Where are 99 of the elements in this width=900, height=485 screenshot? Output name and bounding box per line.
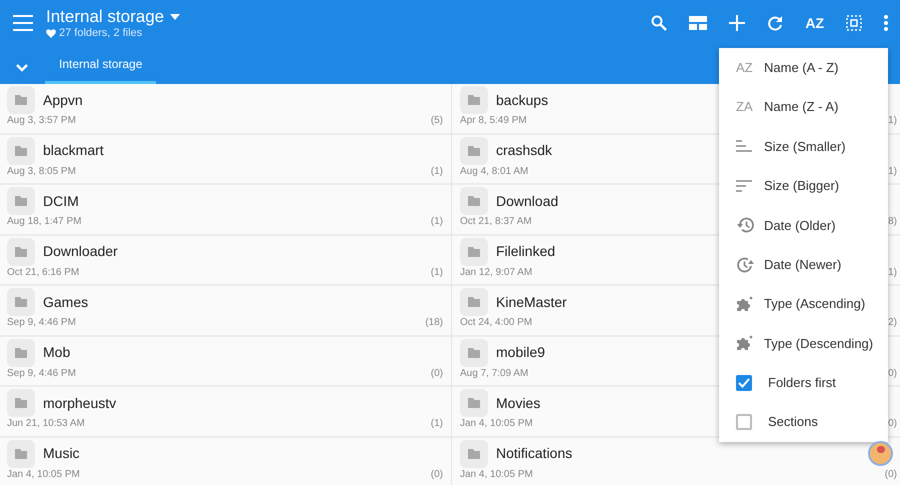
folder-name: blackmart	[43, 141, 104, 160]
folder-name: Games	[43, 292, 88, 312]
folder-icon	[7, 389, 35, 417]
folder-name: Music	[43, 444, 80, 463]
folder-name: mobile9	[496, 343, 546, 362]
sort-button[interactable]: AZ	[805, 12, 824, 34]
item-count: 1)	[888, 266, 897, 278]
folder-name: Filelinked	[496, 242, 556, 261]
folder-icon	[7, 440, 35, 468]
modified-date: Aug 3, 3:57 PM	[7, 115, 76, 127]
item-count: (0)	[884, 468, 897, 480]
sort-letters: ZA	[736, 98, 754, 116]
folder-name: Mob	[43, 343, 70, 362]
folder-icon	[460, 338, 488, 366]
folder-name: crashsdk	[496, 141, 552, 160]
item-count: (0)	[430, 468, 443, 480]
folder-name: DCIM	[43, 192, 79, 210]
folder-name: Movies	[496, 394, 540, 412]
folder-icon	[460, 440, 488, 468]
long-lines-icon	[736, 180, 752, 192]
puzzle-icon	[736, 335, 753, 352]
puzzle-icon	[736, 296, 753, 312]
folder-name: morpheustv	[43, 394, 116, 413]
menu-icon[interactable]	[13, 15, 33, 31]
modified-date: Oct 24, 4:00 PM	[460, 317, 532, 329]
folder-icon	[460, 389, 488, 417]
history-icon	[736, 217, 754, 234]
folder-row[interactable]: Games Sep 9, 4:46 PM (18)	[0, 286, 451, 336]
folder-icon	[7, 238, 35, 266]
folder-row[interactable]: blackmart Aug 3, 8:05 PM (1)	[0, 134, 451, 185]
select-all-icon[interactable]	[846, 15, 862, 31]
modified-date: Aug 18, 1:47 PM	[7, 216, 82, 228]
menu-item[interactable]: Type (Ascending)	[719, 284, 888, 324]
modified-date: Apr 8, 5:49 PM	[460, 115, 527, 127]
menu-item[interactable]: ZA Name (Z - A)	[719, 87, 888, 127]
menu-item[interactable]: Date (Newer)	[719, 244, 888, 284]
item-count: 1)	[888, 115, 897, 127]
checkbox[interactable]	[736, 374, 752, 391]
modified-date: Oct 21, 8:37 AM	[460, 216, 532, 228]
app-title: Internal storage	[46, 6, 164, 26]
modified-date: Jan 4, 10:05 PM	[460, 468, 533, 480]
modified-date: Aug 4, 8:01 AM	[460, 166, 528, 178]
folder-icon	[460, 187, 488, 215]
item-count: 1)	[888, 166, 897, 178]
item-count: 0)	[888, 418, 897, 430]
folder-row[interactable]: Notifications Jan 4, 10:05 PM (0)	[452, 438, 900, 485]
folder-name: Appvn	[43, 90, 83, 110]
folder-row[interactable]: Mob Sep 9, 4:46 PM (0)	[0, 336, 451, 387]
checkbox[interactable]	[736, 414, 752, 430]
modified-date: Jan 4, 10:05 PM	[460, 418, 533, 430]
modified-date: Jan 4, 10:05 PM	[7, 468, 80, 480]
item-count: (1)	[430, 266, 443, 278]
modified-date: Sep 9, 4:46 PM	[7, 317, 76, 329]
modified-date: Jun 21, 10:53 AM	[7, 418, 85, 430]
item-count: 2)	[888, 317, 897, 329]
folder-icon	[7, 187, 35, 215]
folder-icon	[7, 86, 35, 114]
modified-date: Aug 3, 8:05 PM	[7, 166, 76, 178]
folder-row[interactable]: Music Jan 4, 10:05 PM (0)	[0, 438, 451, 485]
modified-date: Jan 12, 9:07 AM	[460, 266, 532, 278]
folder-name: Download	[496, 192, 558, 210]
folder-icon	[460, 86, 488, 114]
search-icon[interactable]	[651, 15, 668, 31]
folder-name: KineMaster	[496, 292, 567, 312]
folder-row[interactable]: morpheustv Jun 21, 10:53 AM (1)	[0, 387, 451, 438]
item-count: (1)	[430, 166, 443, 178]
folder-summary: 27 folders, 2 files	[59, 26, 142, 40]
folder-name: Notifications	[496, 444, 572, 463]
short-lines-icon	[736, 140, 752, 152]
heart-icon	[46, 28, 56, 38]
chevron-down-icon[interactable]	[16, 64, 28, 72]
modified-date: Sep 9, 4:46 PM	[7, 368, 76, 380]
folder-icon	[460, 288, 488, 316]
folder-row[interactable]: DCIM Aug 18, 1:47 PM (1)	[0, 185, 451, 236]
folder-icon	[7, 136, 35, 164]
folder-row[interactable]: Appvn Aug 3, 3:57 PM (5)	[0, 84, 451, 134]
grid-view-icon[interactable]	[689, 16, 708, 30]
folder-icon	[460, 136, 488, 164]
item-count: (5)	[430, 115, 443, 127]
folder-icon	[460, 238, 488, 266]
item-count: (1)	[430, 216, 443, 228]
dropdown-icon[interactable]	[170, 14, 180, 20]
clock-arrow-icon	[736, 256, 754, 273]
refresh-icon[interactable]	[767, 15, 784, 31]
folder-row[interactable]: Downloader Oct 21, 6:16 PM (1)	[0, 236, 451, 286]
modified-date: Oct 21, 6:16 PM	[7, 266, 80, 278]
more-icon[interactable]	[884, 15, 888, 31]
add-icon[interactable]	[729, 15, 746, 31]
item-count: (0)	[430, 368, 443, 380]
item-count: 0)	[888, 368, 897, 380]
folder-name: backups	[496, 90, 548, 110]
item-count: (1)	[430, 418, 443, 430]
folder-icon	[7, 338, 35, 366]
folder-name: Downloader	[43, 242, 118, 261]
modified-date: Aug 7, 7:09 AM	[460, 368, 528, 380]
sort-letters: AZ	[736, 58, 754, 77]
item-count: (18)	[425, 317, 443, 329]
folder-icon	[7, 288, 35, 316]
item-count: 8)	[888, 216, 897, 228]
